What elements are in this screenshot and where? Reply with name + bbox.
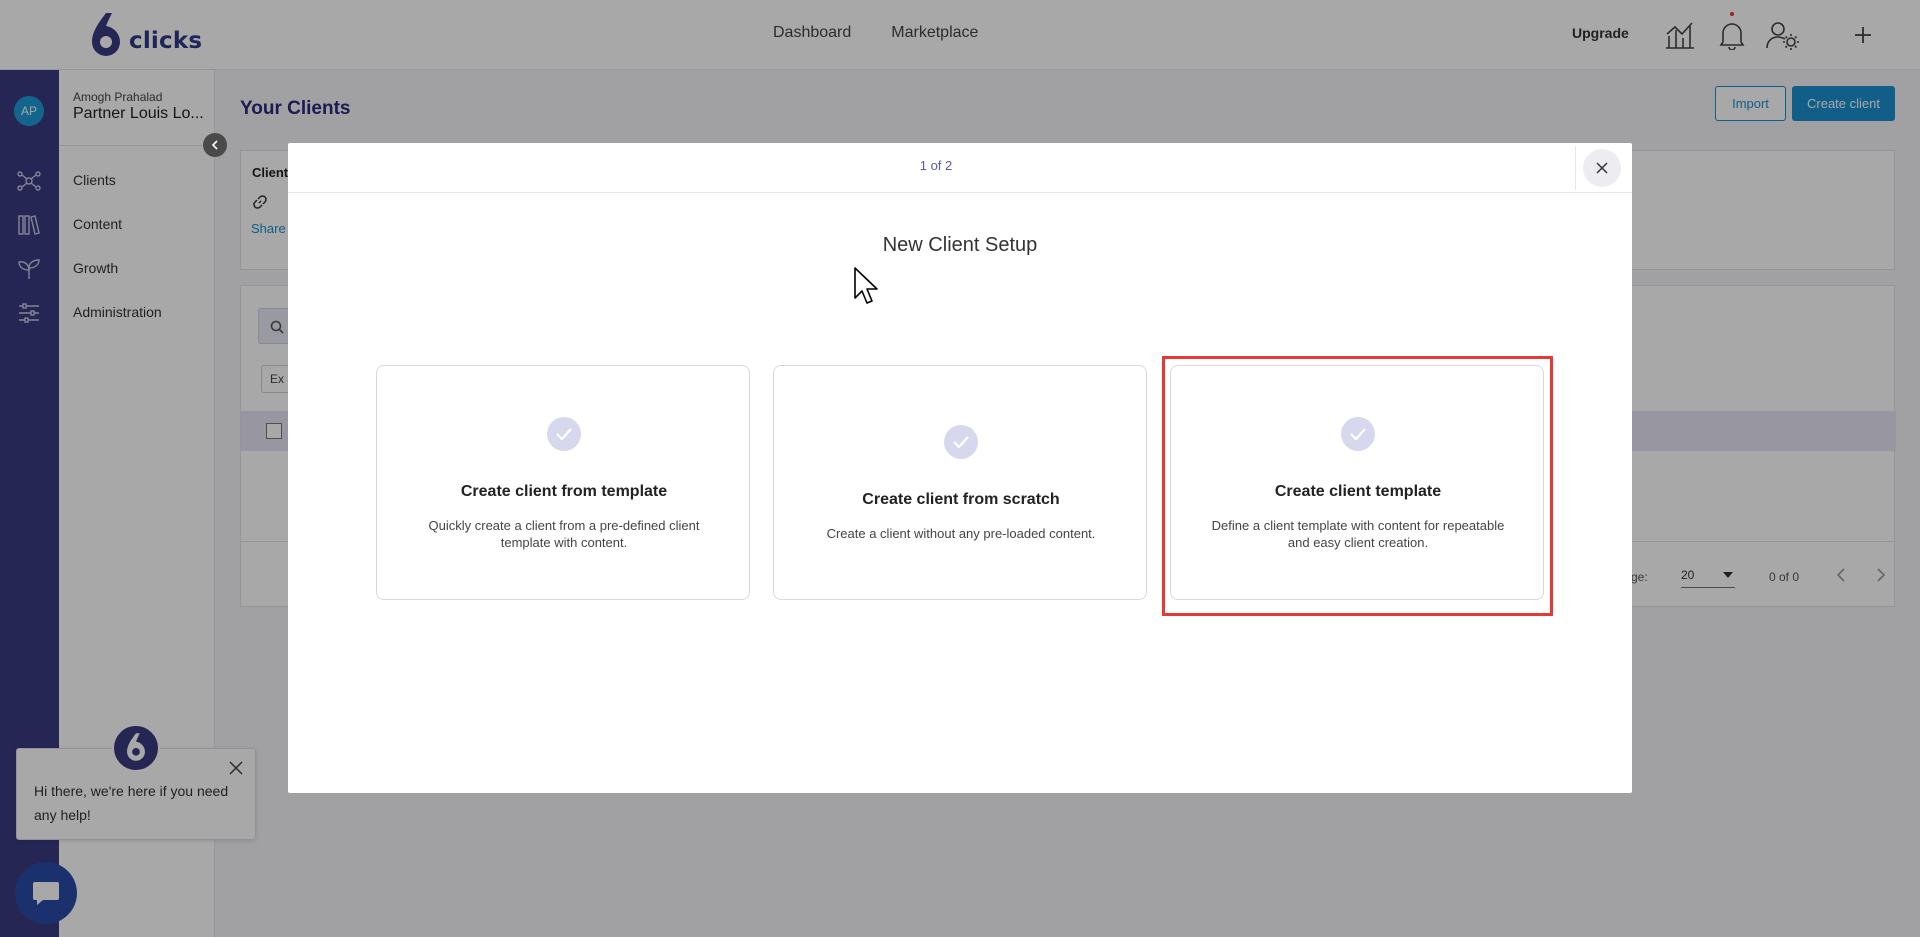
- modal-header: 1 of 2: [288, 143, 1632, 193]
- new-client-modal: 1 of 2 New Client Setup Create client fr…: [288, 143, 1632, 793]
- check-icon: [944, 425, 978, 459]
- step-indicator: 1 of 2: [919, 158, 953, 173]
- chevron-left-icon: [211, 140, 218, 150]
- check-icon: [547, 417, 581, 451]
- modal-title: New Client Setup: [882, 234, 1038, 256]
- option-title: Create client from scratch: [862, 491, 1060, 508]
- option-from-scratch[interactable]: Create client from scratch Create a clie…: [773, 365, 1147, 600]
- close-icon: [1596, 162, 1608, 174]
- option-from-template[interactable]: Create client from template Quickly crea…: [376, 365, 750, 600]
- mouse-cursor-icon: [854, 267, 878, 304]
- option-description: Quickly create a client from a pre-defin…: [428, 518, 700, 550]
- option-title: Create client from template: [460, 483, 668, 500]
- close-button[interactable]: [1583, 149, 1621, 187]
- collapse-sidebar-button[interactable]: [203, 133, 227, 157]
- highlight-box: [1162, 356, 1553, 616]
- divider: [1575, 146, 1576, 190]
- option-description: Create a client without any pre-loaded c…: [826, 526, 1096, 541]
